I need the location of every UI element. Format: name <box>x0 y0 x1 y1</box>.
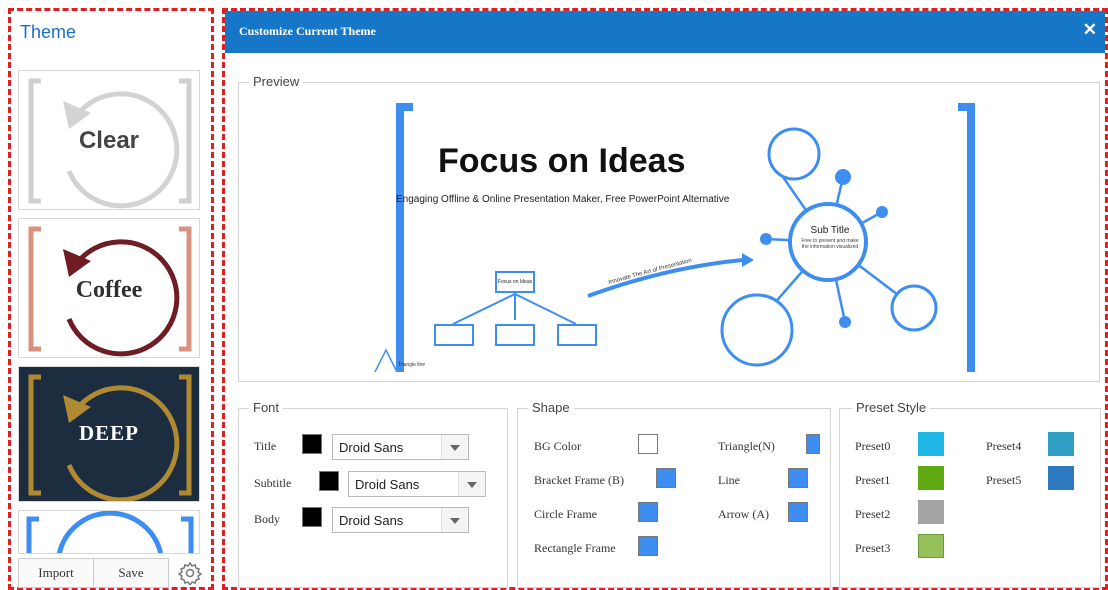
preset3-swatch[interactable] <box>918 534 944 558</box>
preset1-label: Preset1 <box>855 473 891 487</box>
close-icon[interactable]: ✕ <box>1083 20 1097 40</box>
shape-bracket-label: Bracket Frame (B) <box>534 473 624 487</box>
shape-circle-color[interactable] <box>638 502 658 522</box>
chevron-down-icon <box>458 472 485 496</box>
preset5-swatch[interactable] <box>1048 466 1074 490</box>
font-subtitle-select[interactable]: Droid Sans <box>348 471 486 497</box>
preset0-swatch[interactable] <box>918 432 944 456</box>
shape-arrow-label: Arrow (A) <box>718 507 769 521</box>
preview-focus-box-text: Focus on Ideas <box>497 279 533 285</box>
preview-canvas <box>374 103 975 373</box>
preview-subtitle: Sub Title <box>810 225 850 236</box>
preset0-label: Preset0 <box>855 439 891 453</box>
theme-actions-bar: Import Save <box>18 558 204 588</box>
blue-theme-art <box>26 511 194 553</box>
preview-triangle-text: Triangle line <box>398 362 426 368</box>
shape-line-label: Line <box>718 473 740 487</box>
shape-rectangle-label: Rectangle Frame <box>534 541 616 555</box>
shape-triangle-label: Triangle(N) <box>718 439 775 453</box>
theme-thumb-clear[interactable]: Clear <box>18 70 200 210</box>
shape-arrow-color[interactable] <box>788 502 808 522</box>
preset5-label: Preset5 <box>986 473 1022 487</box>
font-subtitle-color[interactable] <box>319 471 339 491</box>
preset-legend: Preset Style <box>852 400 931 415</box>
chevron-down-icon <box>441 508 468 532</box>
font-body-select[interactable]: Droid Sans <box>332 507 469 533</box>
preset3-label: Preset3 <box>855 541 891 555</box>
font-title-label: Title <box>254 439 277 453</box>
save-button[interactable]: Save <box>93 558 169 588</box>
shape-triangle-color[interactable] <box>806 434 820 454</box>
font-subtitle-label: Subtitle <box>254 476 292 490</box>
font-legend: Font <box>249 400 284 415</box>
font-title-color[interactable] <box>302 434 322 454</box>
shape-line-color[interactable] <box>788 468 808 488</box>
theme-label-clear: Clear <box>78 127 140 154</box>
preset1-swatch[interactable] <box>918 466 944 490</box>
font-body-value: Droid Sans <box>339 513 404 528</box>
gear-icon[interactable] <box>177 561 203 587</box>
font-title-select[interactable]: Droid Sans <box>332 434 469 460</box>
preview-tagline: Engaging Offline & Online Presentation M… <box>396 194 730 205</box>
shape-circle-label: Circle Frame <box>534 507 597 521</box>
preview-headline: Focus on Ideas <box>438 142 686 180</box>
preset2-swatch[interactable] <box>918 500 944 524</box>
shape-group: Shape <box>517 400 831 588</box>
preset4-swatch[interactable] <box>1048 432 1074 456</box>
theme-thumb-blue[interactable] <box>18 510 200 554</box>
font-body-label: Body <box>254 512 281 526</box>
font-subtitle-value: Droid Sans <box>355 477 420 492</box>
font-title-value: Droid Sans <box>339 440 404 455</box>
shape-bg-color[interactable] <box>638 434 658 454</box>
chevron-down-icon <box>441 435 468 459</box>
dialog-title: Customize Current Theme <box>239 24 376 38</box>
theme-thumb-coffee[interactable]: Coffee <box>18 218 200 358</box>
preset4-label: Preset4 <box>986 439 1022 453</box>
shape-bg-label: BG Color <box>534 439 582 453</box>
import-button[interactable]: Import <box>18 558 94 588</box>
dialog-header: Customize Current Theme ✕ <box>225 11 1105 53</box>
theme-panel-title: Theme <box>20 22 77 42</box>
theme-label-deep: DEEP <box>78 421 139 445</box>
theme-thumb-deep[interactable]: DEEP <box>18 366 200 502</box>
shape-rectangle-color[interactable] <box>638 536 658 556</box>
theme-label-coffee: Coffee <box>75 277 143 303</box>
font-body-color[interactable] <box>302 507 322 527</box>
preview-subtext-2: the information visualized <box>801 244 859 250</box>
shape-legend: Shape <box>528 400 574 415</box>
shape-bracket-color[interactable] <box>656 468 676 488</box>
preset2-label: Preset2 <box>855 507 891 521</box>
